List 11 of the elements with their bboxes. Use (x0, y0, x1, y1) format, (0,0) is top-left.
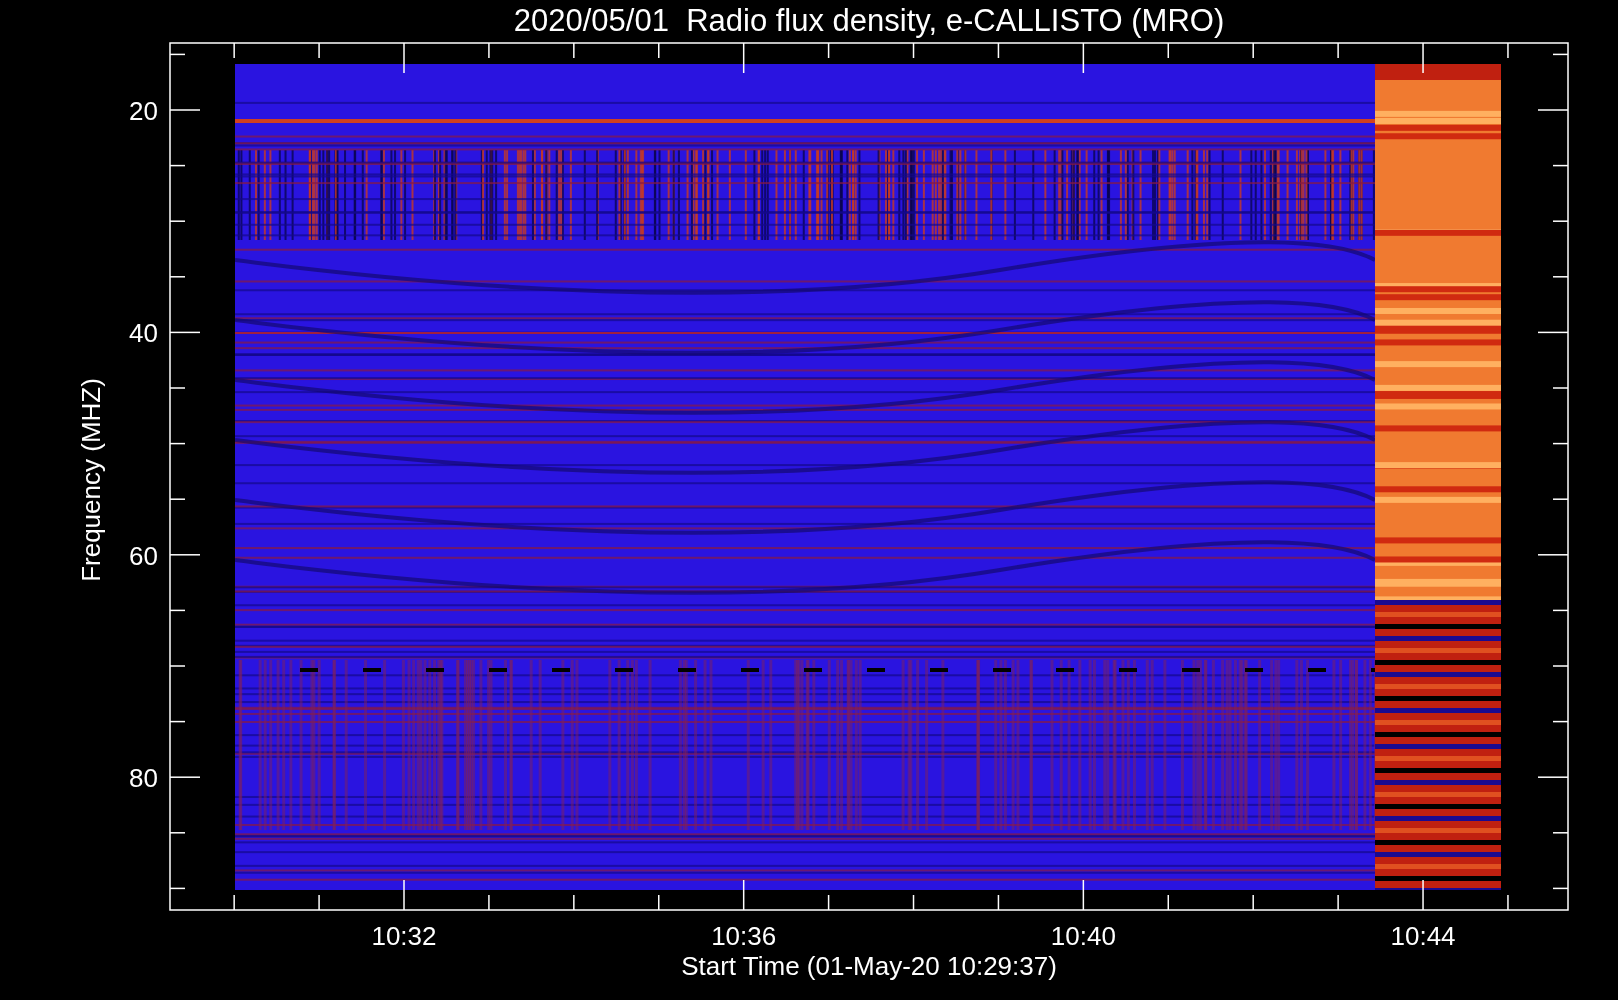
chart-title: 2020/05/01 Radio flux density, e-CALLISTO (MRO) (513, 3, 1225, 38)
tick-label: 10:36 (711, 921, 777, 951)
tick-label: 20 (129, 96, 158, 126)
axis-title: Start Time (01-May-20 10:29:37) (681, 951, 1057, 981)
tick-label: 10:40 (1050, 921, 1116, 951)
tick-label: 60 (129, 540, 158, 571)
axis-title: Frequency (MHZ) (76, 378, 106, 582)
tick-label: 10:44 (1390, 921, 1456, 951)
tick-label: 10:32 (371, 921, 437, 951)
tick-label: 80 (129, 763, 158, 794)
tick-label: 40 (129, 318, 158, 349)
